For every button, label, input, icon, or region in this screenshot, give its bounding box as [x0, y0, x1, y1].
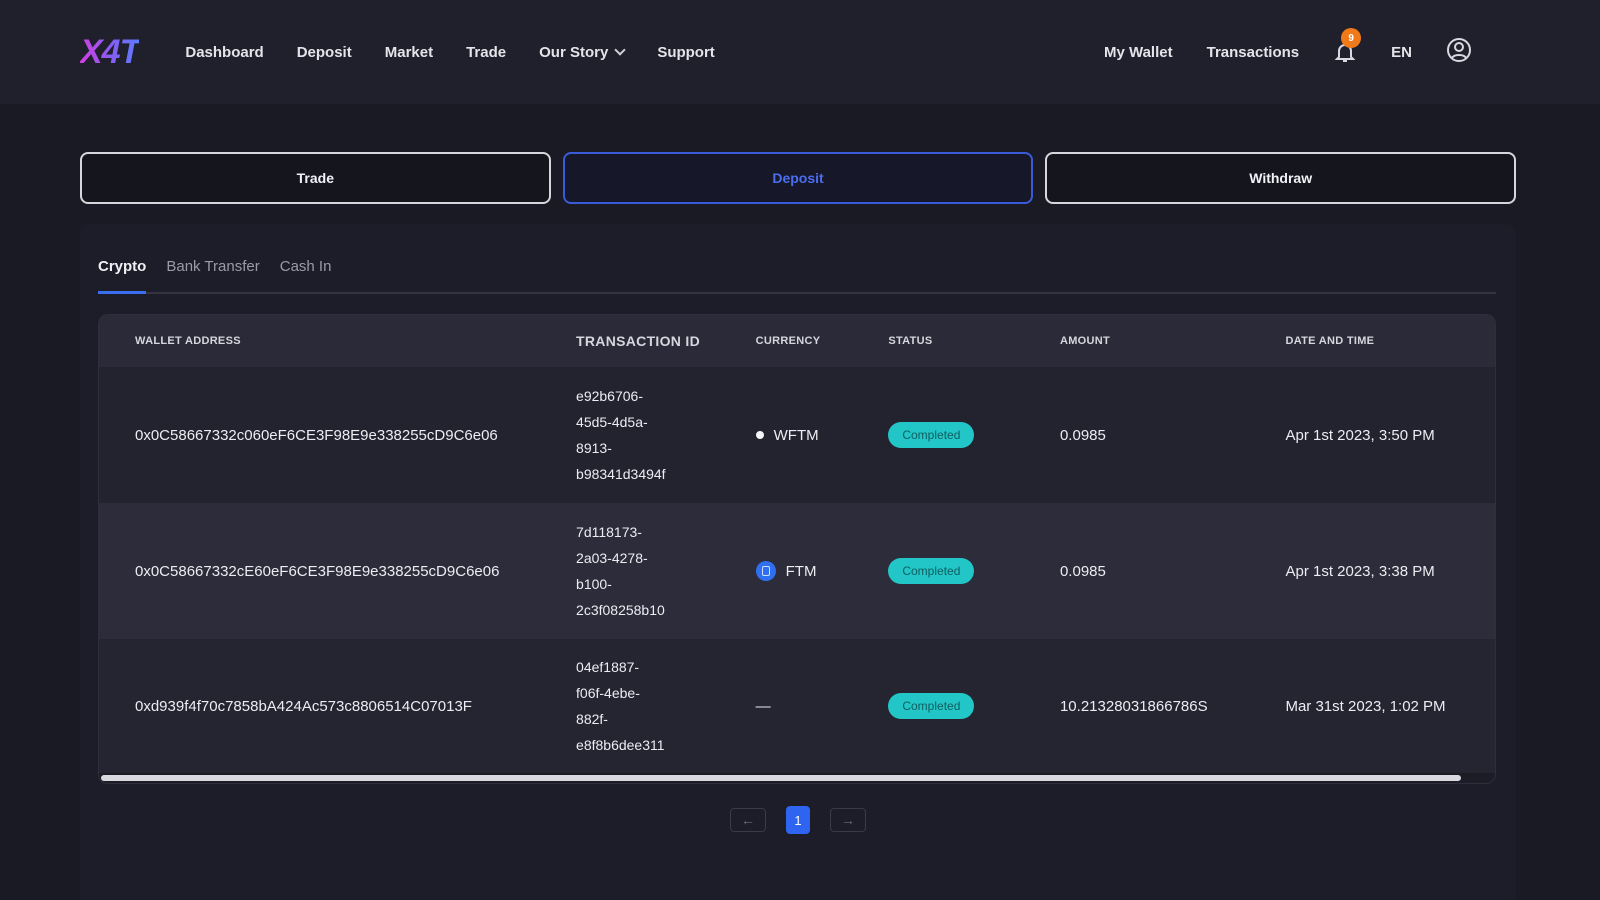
table-row: 0xd939f4f70c7858bA424Ac573c8806514C07013… [99, 639, 1495, 773]
table-row: 0x0C58667332cE60eF6CE3F98E9e338255cD9C6e… [99, 503, 1495, 639]
col-amount: AMOUNT [1059, 335, 1111, 347]
wallet-address: 0x0C58667332c060eF6CE3F98E9e338255cD9C6e… [135, 426, 498, 444]
date-time: Mar 31st 2023, 1:02 PM [1285, 697, 1446, 715]
transactions-table: WALLET ADDRESS TRANSACTION ID CURRENCY S… [98, 314, 1496, 784]
tx-line: f06f-4ebe- [576, 685, 640, 701]
col-wallet-address: WALLET ADDRESS [135, 335, 241, 347]
tx-line: e92b6706- [576, 388, 643, 404]
deposit-tabs: Crypto Bank Transfer Cash In [98, 258, 1496, 294]
top-navbar: X4T Dashboard Deposit Market Trade Our S… [0, 0, 1600, 104]
col-date-time: DATE AND TIME [1285, 335, 1375, 347]
tx-line: 8913- [576, 440, 612, 456]
fantom-icon [755, 561, 776, 581]
currency-label: FTM [785, 562, 817, 580]
amount: 10.21328031866786S [1059, 697, 1208, 715]
transactions-link[interactable]: Transactions [1207, 44, 1300, 61]
nav-deposit[interactable]: Deposit [297, 44, 352, 61]
status: Completed [888, 558, 1060, 584]
transaction-id: e92b6706- 45d5-4d5a- 8913- b98341d3494f [576, 383, 756, 487]
language-selector[interactable]: EN [1391, 44, 1412, 61]
table-row: 0x0C58667332c060eF6CE3F98E9e338255cD9C6e… [99, 367, 1495, 503]
nav-market[interactable]: Market [385, 44, 433, 61]
date-time: Apr 1st 2023, 3:50 PM [1285, 426, 1435, 444]
status: Completed [888, 693, 1060, 719]
my-wallet-link[interactable]: My Wallet [1104, 44, 1173, 61]
nav-trade[interactable]: Trade [466, 44, 506, 61]
status-badge: Completed [888, 422, 975, 448]
tab-cash-in[interactable]: Cash In [280, 258, 332, 292]
col-transaction-id: TRANSACTION ID [576, 333, 701, 349]
transaction-id: 04ef1887- f06f-4ebe- 882f- e8f8b6dee311 [576, 654, 756, 758]
transactions-panel: Crypto Bank Transfer Cash In WALLET ADDR… [80, 224, 1516, 900]
tx-line: 2a03-4278- [576, 550, 648, 566]
notification-badge: 9 [1341, 28, 1362, 48]
status: Completed [888, 422, 1060, 448]
scrollbar-thumb[interactable] [101, 775, 1461, 781]
brand-logo[interactable]: X4T [80, 33, 140, 72]
tab-bank-transfer[interactable]: Bank Transfer [166, 258, 259, 292]
withdraw-button[interactable]: Withdraw [1045, 152, 1517, 204]
white-dot-icon [755, 431, 764, 439]
currency-label: WFTM [773, 426, 819, 444]
wallet-address: 0x0C58667332cE60eF6CE3F98E9e338255cD9C6e… [135, 562, 500, 580]
tx-line: 7d118173- [576, 524, 642, 540]
nav-our-story[interactable]: Our Story [539, 43, 626, 61]
currency: — [756, 698, 889, 715]
col-currency: CURRENCY [755, 335, 821, 347]
tx-line: b98341d3494f [576, 466, 666, 482]
date-time: Apr 1st 2023, 3:38 PM [1285, 562, 1435, 580]
prev-page-button[interactable]: ← [730, 808, 766, 832]
right-nav: My Wallet Transactions 9 EN [1104, 0, 1472, 104]
main-nav: Dashboard Deposit Market Trade Our Story… [185, 44, 714, 61]
amount: 0.0985 [1059, 426, 1106, 444]
tx-line: 45d5-4d5a- [576, 414, 648, 430]
currency: FTM [755, 561, 889, 581]
tx-line: 2c3f08258b10 [576, 602, 665, 618]
tx-line: b100- [576, 576, 612, 592]
horizontal-scrollbar[interactable] [99, 773, 1495, 783]
notifications-button[interactable]: 9 [1333, 28, 1362, 64]
status-badge: Completed [888, 693, 975, 719]
deposit-button[interactable]: Deposit [562, 152, 1034, 204]
tab-crypto[interactable]: Crypto [98, 258, 147, 294]
nav-our-story-label: Our Story [539, 43, 609, 61]
nav-support[interactable]: Support [657, 44, 715, 61]
table-header: WALLET ADDRESS TRANSACTION ID CURRENCY S… [99, 315, 1495, 367]
pagination: ← 1 → [80, 806, 1516, 834]
transaction-id: 7d118173- 2a03-4278- b100- 2c3f08258b10 [576, 519, 756, 623]
amount: 0.0985 [1059, 562, 1106, 580]
col-status: STATUS [888, 335, 933, 347]
tx-line: e8f8b6dee311 [576, 737, 665, 753]
currency: WFTM [755, 426, 889, 444]
tx-line: 04ef1887- [576, 659, 640, 675]
currency-label: — [755, 697, 771, 715]
tx-line: 882f- [576, 711, 608, 727]
trade-button[interactable]: Trade [80, 152, 551, 204]
next-page-button[interactable]: → [830, 808, 866, 832]
nav-dashboard[interactable]: Dashboard [185, 44, 263, 61]
action-buttons: Trade Deposit Withdraw [80, 152, 1517, 204]
wallet-address: 0xd939f4f70c7858bA424Ac573c8806514C07013… [135, 697, 472, 715]
user-circle-icon [1447, 38, 1471, 62]
status-badge: Completed [888, 558, 975, 584]
chevron-down-icon [614, 43, 626, 56]
account-button[interactable] [1446, 37, 1472, 67]
page-1-button[interactable]: 1 [786, 806, 810, 834]
